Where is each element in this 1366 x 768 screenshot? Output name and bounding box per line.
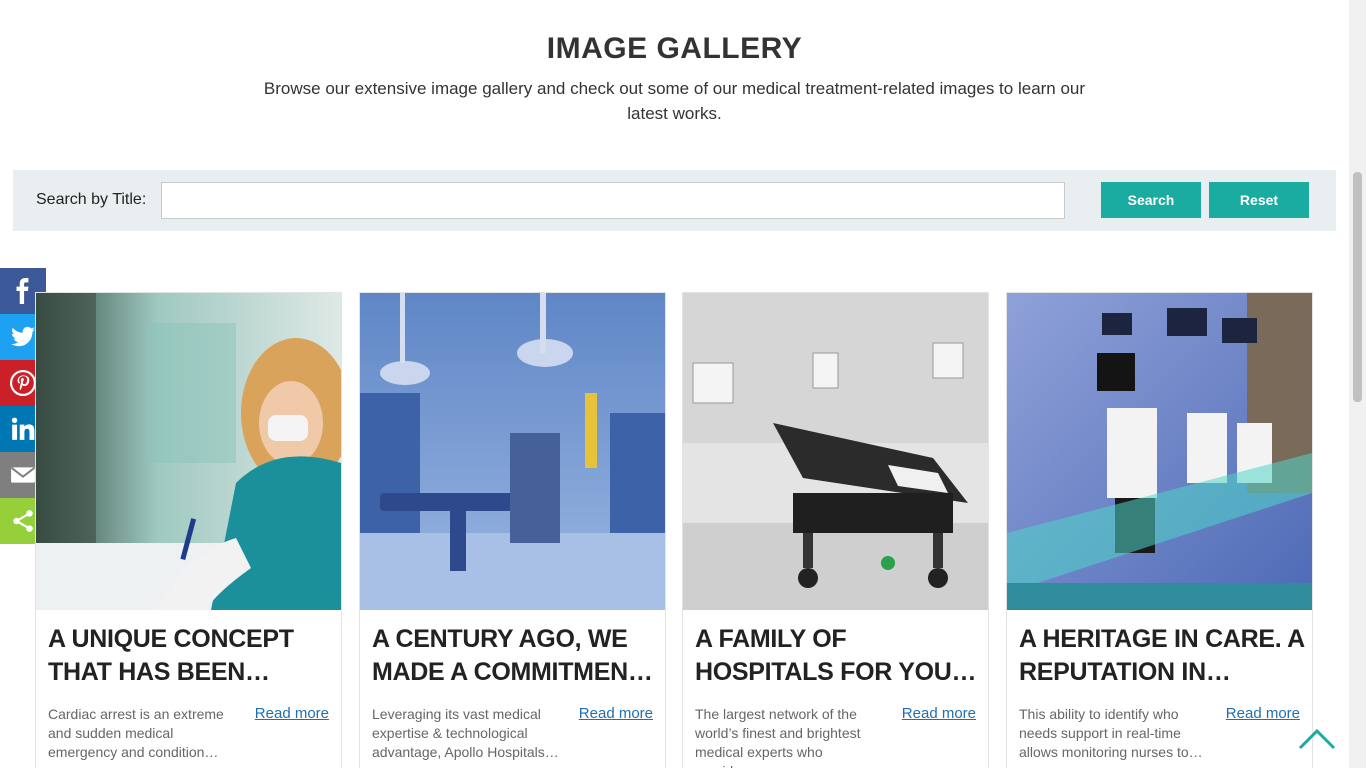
email-icon [11,467,35,483]
facebook-icon [16,278,29,304]
nurse-writing-photo[interactable] [36,293,341,610]
page-title: IMAGE GALLERY [546,32,803,65]
card-title[interactable]: A FAMILY OF HOSPITALS FOR YOU… [695,623,980,689]
page: IMAGE GALLERY Browse our extensive image… [0,0,1366,768]
twitter-icon [11,326,35,347]
hospital-stretcher-photo[interactable] [683,293,988,610]
gallery-card[interactable]: A FAMILY OF HOSPITALS FOR YOU… The large… [682,292,989,768]
card-title[interactable]: A UNIQUE CONCEPT THAT HAS BEEN… [48,623,333,689]
ultrasound-machines-photo[interactable] [1007,293,1312,610]
gallery-card[interactable]: A HERITAGE IN CARE. A REPUTATION IN… Thi… [1006,292,1313,768]
search-input[interactable] [161,182,1065,219]
read-more-link[interactable]: Read more [255,705,329,722]
pinterest-icon [10,370,36,396]
gallery-card[interactable]: A UNIQUE CONCEPT THAT HAS BEEN… Cardiac … [35,292,342,768]
card-description: This ability to identify who needs suppo… [1019,706,1203,760]
share-icon [13,510,33,532]
page-subtitle: Browse our extensive image gallery and c… [263,79,1086,123]
card-description: The largest network of the world’s fines… [695,706,861,768]
read-more-link[interactable]: Read more [1226,705,1300,722]
search-button[interactable]: Search [1101,182,1201,218]
card-title[interactable]: A CENTURY AGO, WE MADE A COMMITMEN… [372,623,657,689]
linkedin-icon [11,417,35,440]
gallery-card[interactable]: A CENTURY AGO, WE MADE A COMMITMEN… Leve… [359,292,666,768]
card-description: Cardiac arrest is an extreme and sudden … [48,706,224,760]
card-title[interactable]: A HERITAGE IN CARE. A REPUTATION IN… [1019,623,1304,689]
reset-button[interactable]: Reset [1209,182,1309,218]
scrollbar[interactable] [1349,0,1366,768]
operating-theatre-photo[interactable] [360,293,665,610]
card-description: Leveraging its vast medical expertise & … [372,706,559,760]
search-bar: Search by Title: Search Reset [13,170,1336,231]
read-more-link[interactable]: Read more [902,705,976,722]
search-label: Search by Title: [36,191,147,208]
back-to-top-button[interactable] [1298,722,1336,752]
chevron-up-icon [1298,728,1336,750]
read-more-link[interactable]: Read more [579,705,653,722]
scrollbar-thumb[interactable] [1353,172,1362,402]
